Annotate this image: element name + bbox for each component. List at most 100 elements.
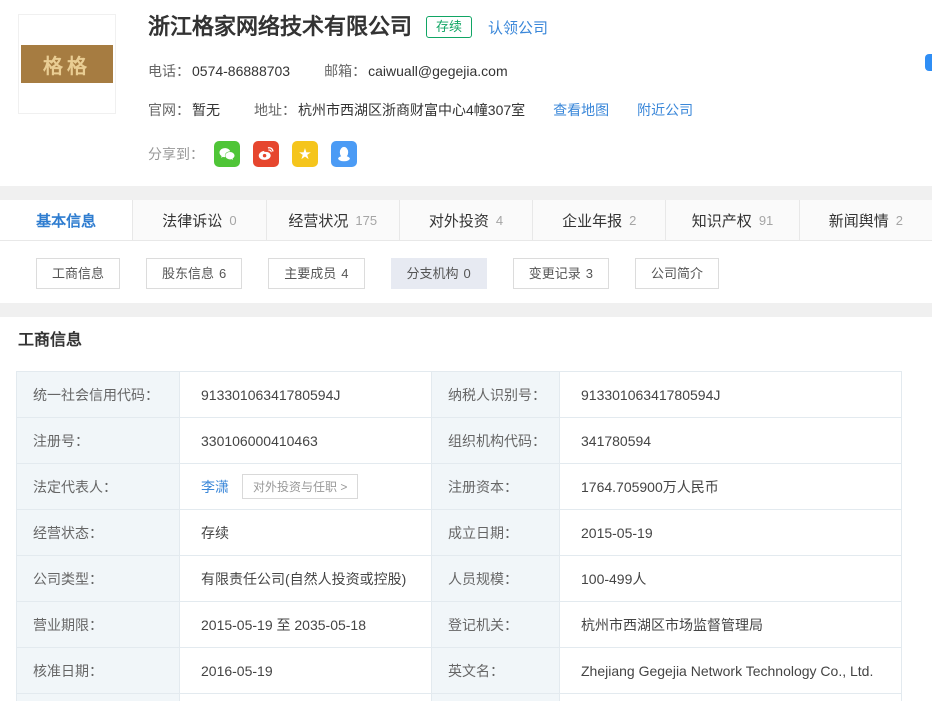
row-business-term-label-2: 登记机关： <box>432 602 560 648</box>
tab-count: 2 <box>629 213 636 228</box>
subtab-count: 3 <box>586 266 593 281</box>
tab-label: 企业年报 <box>562 210 622 231</box>
subtab-label: 变更记录 <box>529 266 581 281</box>
row-approval-date-value: 2016-05-19 <box>180 648 432 694</box>
row-registration-number-label: 注册号： <box>17 418 180 464</box>
website-label: 官网： <box>148 100 190 120</box>
header-divider-band <box>0 186 932 200</box>
subtab-count: 6 <box>219 266 226 281</box>
row-operating-state-value-2: 2015-05-19 <box>560 510 902 556</box>
tab-count: 91 <box>759 213 773 228</box>
tab-intellectual-property[interactable]: 知识产权 91 <box>666 200 799 240</box>
subtab-label: 工商信息 <box>52 266 104 281</box>
wechat-share-icon[interactable] <box>214 141 240 167</box>
tab-count: 4 <box>496 213 503 228</box>
section-divider-band <box>0 303 932 317</box>
share-label: 分享到： <box>148 144 204 164</box>
subtab-branches[interactable]: 分支机构0 <box>391 258 487 289</box>
row-business-term-value: 2015-05-19 至 2035-05-18 <box>180 602 432 648</box>
table-row-partial <box>560 694 902 701</box>
legal-representative-link[interactable]: 李潇 <box>201 477 229 497</box>
row-business-term-label: 营业期限： <box>17 602 180 648</box>
row-registration-number-label-2: 组织机构代码： <box>432 418 560 464</box>
row-company-type-label-2: 人员规模： <box>432 556 560 602</box>
company-logo-mark: 格格 <box>21 45 113 83</box>
row-registration-number-value-2: 341780594 <box>560 418 902 464</box>
investment-positions-button[interactable]: 对外投资与任职 > <box>242 474 358 499</box>
row-operating-state-value: 存续 <box>180 510 432 556</box>
row-approval-date-label: 核准日期： <box>17 648 180 694</box>
subtab-count: 4 <box>341 266 348 281</box>
main-tabs: 基本信息 法律诉讼 0 经营状况 175 对外投资 4 企业年报 2 知识产权 91 新闻舆情2 <box>0 200 932 241</box>
subtab-panel: 工商信息 股东信息6 主要成员 4 分支机构0 变更记录 3 公司简介 <box>0 241 932 303</box>
row-company-type-value-2: 100-499人 <box>560 556 902 602</box>
subtab-key-members[interactable]: 主要成员 4 <box>268 258 364 289</box>
subtab-label: 分支机构 <box>407 266 459 281</box>
tab-news-sentiment[interactable]: 新闻舆情2 <box>800 200 932 240</box>
company-logo: 格格 <box>18 14 116 114</box>
subtab-business-info[interactable]: 工商信息 <box>36 258 120 289</box>
tab-label: 法律诉讼 <box>162 210 222 231</box>
sub-tabs: 工商信息 股东信息6 主要成员 4 分支机构0 变更记录 3 公司简介 <box>36 258 932 289</box>
row-approval-date-value-2: Zhejiang Gegejia Network Technology Co.,… <box>560 648 902 694</box>
email-label: 邮箱： <box>324 61 366 81</box>
tab-label: 知识产权 <box>692 210 752 231</box>
subtab-label: 公司简介 <box>651 266 703 281</box>
email-value: caiwuall@gegejia.com <box>368 63 508 79</box>
website-address-row: 官网： 暂无 地址： 杭州市西湖区浙商财富中心4幢307室 查看地图 附近公司 <box>148 100 693 120</box>
tab-operating-status[interactable]: 经营状况 175 <box>267 200 400 240</box>
website-value: 暂无 <box>192 100 220 120</box>
row-operating-state-label: 经营状态： <box>17 510 180 556</box>
address-value: 杭州市西湖区浙商财富中心4幢307室 <box>298 100 525 120</box>
subtab-company-profile[interactable]: 公司简介 <box>635 258 719 289</box>
tab-legal-litigation[interactable]: 法律诉讼 0 <box>133 200 266 240</box>
table-row-partial <box>432 694 560 701</box>
row-legal-representative-value: 李潇对外投资与任职 > <box>180 464 432 510</box>
row-company-type-label: 公司类型： <box>17 556 180 602</box>
company-profile-page: 格格 浙江格家网络技术有限公司 存续 认领公司 电话： 0574-8688870… <box>0 0 932 701</box>
claim-company-link[interactable]: 认领公司 <box>488 17 548 38</box>
business-info-section: 工商信息 统一社会信用代码：91330106341780594J纳税人识别号：9… <box>0 317 932 701</box>
subtab-shareholders[interactable]: 股东信息6 <box>146 258 242 289</box>
tab-count: 0 <box>229 213 236 228</box>
row-legal-representative-label-2: 注册资本： <box>432 464 560 510</box>
phone-value: 0574-86888703 <box>192 63 290 79</box>
table-row-partial <box>17 694 180 701</box>
tab-label: 新闻舆情 <box>829 210 889 231</box>
contact-row: 电话： 0574-86888703 邮箱： caiwuall@gegejia.c… <box>148 61 693 81</box>
logo-text: 格格 <box>43 50 91 79</box>
status-badge: 存续 <box>426 16 472 38</box>
row-registration-number-value: 330106000410463 <box>180 418 432 464</box>
tab-basic-info[interactable]: 基本信息 <box>0 200 133 240</box>
nearby-companies-link[interactable]: 附近公司 <box>637 100 693 120</box>
row-credit-code-label: 统一社会信用代码： <box>17 372 180 418</box>
floating-sidebar-button[interactable] <box>925 54 932 71</box>
company-header: 格格 浙江格家网络技术有限公司 存续 认领公司 电话： 0574-8688870… <box>0 0 932 186</box>
row-company-type-value: 有限责任公司(自然人投资或控股) <box>180 556 432 602</box>
tab-count: 175 <box>355 213 377 228</box>
subtab-change-records[interactable]: 变更记录 3 <box>513 258 609 289</box>
subtab-label: 主要成员 <box>284 266 336 281</box>
qq-share-icon[interactable] <box>331 141 357 167</box>
tab-label: 基本信息 <box>36 210 96 231</box>
tab-annual-report[interactable]: 企业年报 2 <box>533 200 666 240</box>
section-title: 工商信息 <box>18 331 916 351</box>
qzone-share-icon[interactable]: ★ <box>292 141 318 167</box>
weibo-share-icon[interactable] <box>253 141 279 167</box>
address-label: 地址： <box>254 100 296 120</box>
row-legal-representative-value-2: 1764.705900万人民币 <box>560 464 902 510</box>
row-credit-code-value-2: 91330106341780594J <box>560 372 902 418</box>
company-name: 浙江格家网络技术有限公司 <box>148 12 412 42</box>
phone-label: 电话： <box>148 61 190 81</box>
row-credit-code-label-2: 纳税人识别号： <box>432 372 560 418</box>
tab-label: 经营状况 <box>288 210 348 231</box>
row-business-term-value-2: 杭州市西湖区市场监督管理局 <box>560 602 902 648</box>
table-row-partial <box>180 694 432 701</box>
business-info-table: 统一社会信用代码：91330106341780594J纳税人识别号：913301… <box>16 371 902 701</box>
row-legal-representative-label: 法定代表人： <box>17 464 180 510</box>
share-row: 分享到： ★ <box>148 141 693 167</box>
tab-outbound-investment[interactable]: 对外投资 4 <box>400 200 533 240</box>
tab-label: 对外投资 <box>429 210 489 231</box>
view-map-link[interactable]: 查看地图 <box>553 100 609 120</box>
row-approval-date-label-2: 英文名： <box>432 648 560 694</box>
